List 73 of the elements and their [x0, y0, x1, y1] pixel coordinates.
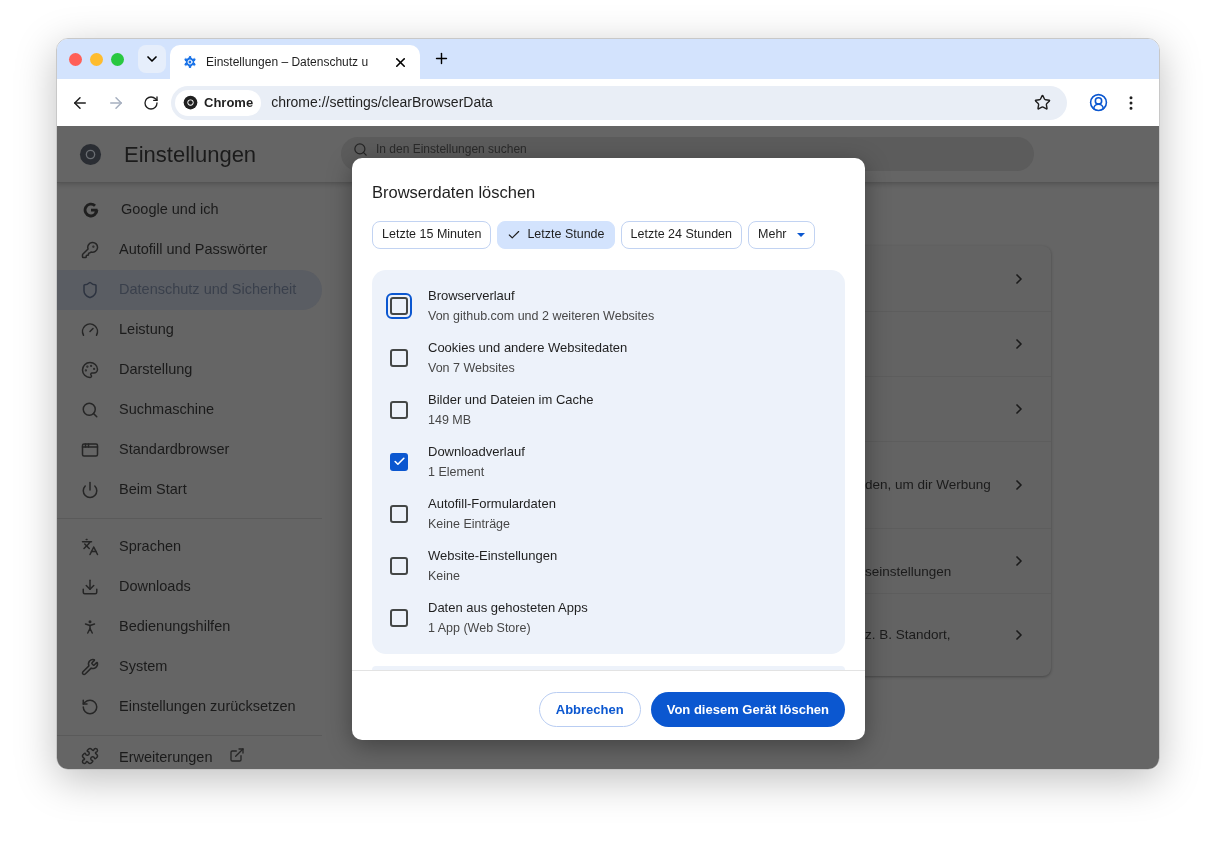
gauge-icon [81, 321, 99, 339]
item-subtitle: Keine [428, 567, 461, 585]
page-title: Einstellungen [124, 140, 258, 169]
item-subtitle: Von github.com und 2 weiteren Websites [428, 307, 655, 325]
wrench-icon [81, 658, 99, 676]
url-text: chrome://settings/clearBrowserData [271, 93, 494, 112]
sidebar-item[interactable]: Darstellung [57, 350, 322, 390]
row-text: seinstellungen [865, 562, 953, 581]
sidebar-item[interactable]: Beim Start [57, 470, 322, 510]
sidebar-item[interactable]: Standardbrowser [57, 430, 322, 470]
item-title: Cookies und andere Websitedaten [428, 338, 628, 357]
external-link-icon [228, 747, 245, 763]
chrome-logo-icon [79, 142, 102, 166]
time-range-chip[interactable]: Letzte 24 Stunden [620, 220, 742, 249]
checkbox[interactable] [390, 400, 408, 419]
item-subtitle: Keine Einträge [428, 515, 511, 533]
sidebar-item[interactable]: Downloads [57, 567, 322, 607]
address-bar[interactable]: Chrome chrome://settings/clearBrowserData [171, 85, 1067, 120]
item-title: Downloadverlauf [428, 442, 525, 461]
browser-tab[interactable]: Einstellungen – Datenschutz u [170, 45, 420, 79]
new-tab-icon[interactable] [433, 50, 450, 67]
delete-button[interactable]: Von diesem Gerät löschen [650, 691, 845, 727]
reload-icon[interactable] [143, 94, 159, 111]
cancel-button[interactable]: Abbrechen [538, 691, 641, 727]
checkbox[interactable] [390, 348, 408, 367]
checkbox[interactable] [390, 504, 408, 523]
row-text: den, um dir Werbung [865, 475, 992, 494]
sidebar-item[interactable]: Google und ich [57, 190, 322, 230]
sidebar-item[interactable]: Suchmaschine [57, 390, 322, 430]
time-range-chip[interactable]: Letzte Stunde [497, 220, 615, 249]
checkbox[interactable] [390, 608, 408, 627]
tab-title: Einstellungen – Datenschutz u [206, 54, 370, 71]
sidebar-item[interactable]: Sprachen [57, 527, 322, 567]
puzzle-icon [81, 747, 99, 765]
item-title: Website-Einstellungen [428, 546, 558, 565]
tab-search-button[interactable] [138, 45, 166, 73]
item-subtitle: Von 7 Websites [428, 359, 516, 377]
item-subtitle: 1 Element [428, 463, 486, 481]
reset-icon [81, 698, 99, 716]
more-dropdown[interactable]: Mehr [748, 220, 815, 249]
key-icon [81, 241, 99, 259]
window-icon [81, 441, 99, 459]
checkbox[interactable] [390, 556, 408, 575]
sidebar-item[interactable]: System [57, 647, 322, 687]
row-text: z. B. Standort, [865, 625, 952, 644]
bookmark-star-icon[interactable] [1034, 94, 1051, 111]
item-title: Autofill-Formulardaten [428, 494, 556, 513]
time-range-chip[interactable]: Letzte 15 Minuten [372, 220, 492, 249]
item-subtitle: 1 App (Web Store) [428, 619, 532, 637]
item-title: Browserverlauf [428, 286, 516, 305]
download-icon [81, 578, 99, 596]
item-subtitle: 149 MB [428, 411, 473, 429]
shield-icon [81, 281, 99, 299]
sidebar-item[interactable]: Leistung [57, 310, 322, 350]
search-icon [81, 401, 99, 419]
item-title: Bilder und Dateien im Cache [428, 390, 594, 409]
profile-icon[interactable] [1089, 93, 1108, 112]
power-icon [81, 481, 99, 499]
sidebar-item[interactable]: Autofill und Passwörter [57, 230, 322, 270]
sidebar-item[interactable]: Einstellungen zurücksetzen [57, 687, 322, 727]
dialog-title: Browserdaten löschen [372, 182, 537, 203]
translate-icon [81, 538, 99, 556]
sidebar-item[interactable]: Bedienungshilfen [57, 607, 322, 647]
gear-icon [182, 54, 198, 70]
sidebar-item[interactable]: Erweiterungen [57, 744, 322, 769]
item-title: Daten aus gehosteten Apps [428, 598, 588, 617]
site-chip[interactable]: Chrome [175, 89, 262, 116]
google-icon [81, 200, 101, 220]
palette-icon [81, 361, 99, 379]
search-icon [353, 142, 368, 157]
dropdown-caret-icon [796, 232, 805, 237]
checkbox[interactable] [390, 452, 408, 471]
chrome-logo-icon [183, 95, 198, 110]
